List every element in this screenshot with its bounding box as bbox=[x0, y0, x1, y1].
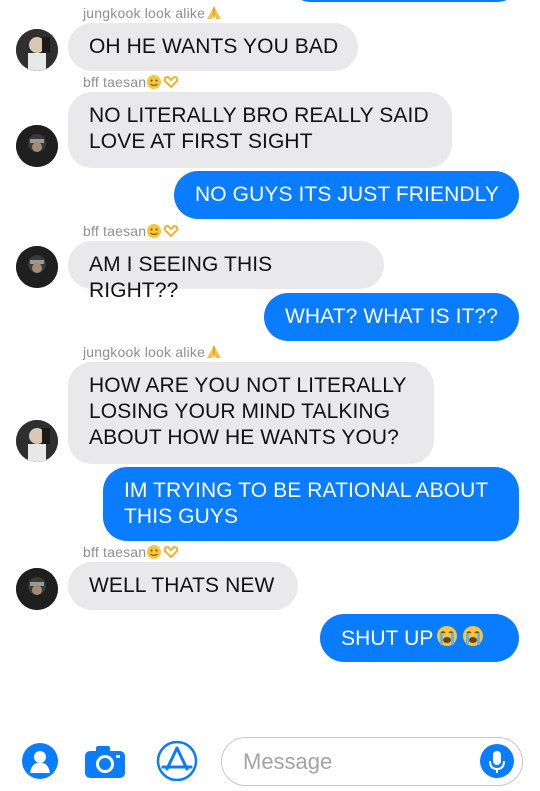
camera-icon[interactable] bbox=[83, 744, 127, 780]
heart-hands-emoji-icon bbox=[162, 74, 180, 93]
message-text: SHUT UP bbox=[341, 627, 434, 651]
sender-label: jungkook look alike bbox=[83, 344, 223, 363]
smile-emoji-icon bbox=[146, 74, 162, 93]
message-bubble-incoming[interactable]: HOW ARE YOU NOT LITERALLY LOSING YOUR MI… bbox=[68, 362, 434, 464]
contact-icon[interactable] bbox=[21, 742, 59, 780]
message-text: WELL THATS NEW bbox=[89, 574, 275, 597]
message-bubble-incoming[interactable]: AM I SEEING THIS RIGHT?? bbox=[68, 241, 384, 302]
message-text: NO LITERALLY BRO REALLY SAID LOVE AT FIR… bbox=[89, 104, 429, 153]
message-bubble-incoming[interactable]: WELL THATS NEW bbox=[68, 562, 298, 610]
avatar[interactable] bbox=[16, 246, 58, 288]
sender-label: bff taesan bbox=[83, 223, 180, 242]
sender-name: bff taesan bbox=[83, 223, 147, 240]
message-text: HOW ARE YOU NOT LITERALLY LOSING YOUR MI… bbox=[89, 374, 407, 449]
message-text: WHAT? WHAT IS IT?? bbox=[285, 305, 498, 328]
sender-name: bff taesan bbox=[83, 74, 147, 91]
sender-name: jungkook look alike bbox=[83, 5, 206, 22]
message-text: NO GUYS ITS JUST FRIENDLY bbox=[195, 183, 499, 206]
pray-emoji-icon bbox=[205, 5, 223, 24]
sender-name: jungkook look alike bbox=[83, 344, 206, 361]
message-text: IM TRYING TO BE RATIONAL ABOUT THIS GUYS bbox=[124, 479, 488, 528]
pray-emoji-icon bbox=[205, 344, 223, 363]
crying-face-icon bbox=[462, 625, 484, 654]
smile-emoji-icon bbox=[146, 544, 162, 563]
heart-hands-emoji-icon bbox=[162, 544, 180, 563]
crying-face-icon bbox=[436, 625, 458, 654]
sender-name: bff taesan bbox=[83, 544, 147, 561]
appstore-icon[interactable] bbox=[155, 740, 200, 782]
avatar[interactable] bbox=[16, 568, 58, 610]
message-text: AM I SEEING THIS RIGHT?? bbox=[89, 253, 273, 302]
message-input-placeholder: Message bbox=[243, 749, 333, 774]
heart-hands-emoji-icon bbox=[162, 223, 180, 242]
message-bubble-outgoing[interactable]: IM TRYING TO BE RATIONAL ABOUT THIS GUYS bbox=[103, 467, 519, 541]
message-bubble-outgoing[interactable]: WHAT? WHAT IS IT?? bbox=[264, 293, 519, 341]
message-text: OH HE WANTS YOU BAD bbox=[89, 35, 339, 58]
message-bubble-outgoing-partial bbox=[290, 0, 518, 2]
avatar[interactable] bbox=[16, 29, 58, 71]
smile-emoji-icon bbox=[146, 223, 162, 242]
sender-label: jungkook look alike bbox=[83, 5, 223, 24]
message-bubble-outgoing[interactable]: SHUT UP bbox=[320, 614, 519, 662]
avatar[interactable] bbox=[16, 125, 58, 167]
message-input[interactable]: Message bbox=[221, 737, 523, 786]
microphone-icon[interactable] bbox=[480, 744, 514, 778]
message-bubble-outgoing[interactable]: NO GUYS ITS JUST FRIENDLY bbox=[174, 171, 519, 219]
avatar[interactable] bbox=[16, 420, 58, 462]
sender-label: bff taesan bbox=[83, 544, 180, 563]
sender-label: bff taesan bbox=[83, 74, 180, 93]
message-bubble-incoming[interactable]: OH HE WANTS YOU BAD bbox=[68, 23, 359, 71]
message-bubble-incoming[interactable]: NO LITERALLY BRO REALLY SAID LOVE AT FIR… bbox=[68, 92, 452, 168]
